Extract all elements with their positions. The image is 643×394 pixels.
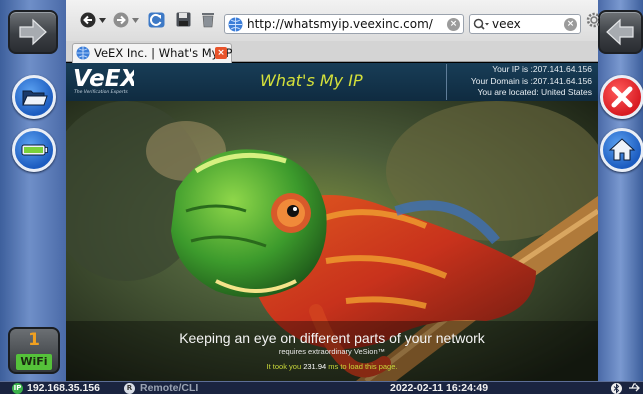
wifi-count: 1: [28, 330, 40, 350]
home-icon: [608, 138, 636, 161]
forward-button[interactable]: [8, 10, 58, 54]
web-page: VeEX The Verification Experts What's My …: [66, 63, 598, 381]
battery-button[interactable]: [12, 128, 56, 172]
save-icon[interactable]: [176, 12, 191, 27]
ip-info: Your IP is :207.141.64.156 Your Domain i…: [446, 64, 596, 100]
close-icon: [611, 86, 633, 108]
wifi-label: WiFi: [16, 354, 52, 370]
browser-toolbar: http://whatsmyip.veexinc.com/ × veex ×: [66, 0, 599, 41]
usb-icon: [629, 383, 640, 392]
dropdown-icon[interactable]: [132, 18, 139, 23]
left-sidebar: 1 WiFi: [0, 0, 66, 381]
logo-tagline: The Verification Experts: [74, 90, 128, 95]
tab-close-icon[interactable]: ×: [215, 47, 227, 59]
page-banner: VeEX The Verification Experts What's My …: [66, 63, 598, 101]
tagline: Keeping an eye on different parts of you…: [179, 330, 485, 346]
home-button[interactable]: [600, 128, 643, 172]
load-time: It took you 231.94 ms to load this page.: [66, 362, 598, 371]
search-input[interactable]: veex ×: [469, 14, 581, 34]
clear-search-icon[interactable]: ×: [564, 18, 577, 31]
arrow-right-icon: [19, 18, 47, 46]
sub-tagline: requires extraordinary VeSion™: [278, 347, 386, 356]
tab-title: VeEX Inc. | What's My IP: [94, 46, 233, 60]
tab-whats-my-ip[interactable]: VeEX Inc. | What's My IP ×: [72, 43, 232, 63]
url-bar[interactable]: http://whatsmyip.veexinc.com/ ×: [224, 14, 464, 34]
search-text: veex: [492, 17, 521, 31]
forward-icon[interactable]: [113, 12, 129, 28]
logo-text: VeEX: [73, 66, 134, 91]
gear-icon[interactable]: [585, 11, 599, 29]
ip-line: Your IP is :207.141.64.156: [492, 64, 592, 74]
domain-line: Your Domain is :207.141.64.156: [470, 75, 592, 86]
url-text: http://whatsmyip.veexinc.com/: [247, 17, 433, 31]
veex-logo: VeEX: [73, 66, 134, 91]
status-ip: 192.168.35.156: [27, 382, 100, 394]
tab-strip: VeEX Inc. | What's My IP ×: [66, 41, 598, 63]
globe-icon: [228, 17, 243, 32]
back-button[interactable]: [598, 10, 643, 54]
arrow-left-icon: [606, 18, 634, 46]
page-title: What's My IP: [260, 71, 363, 90]
dropdown-icon[interactable]: [99, 18, 106, 23]
load-prefix: It took you: [266, 362, 302, 371]
reload-icon[interactable]: [148, 12, 165, 28]
open-folder-button[interactable]: [12, 75, 56, 119]
back-icon[interactable]: [80, 12, 96, 28]
clear-url-icon[interactable]: ×: [447, 18, 460, 31]
search-icon: [473, 18, 489, 30]
bluetooth-icon: [611, 383, 622, 394]
status-datetime: 2022-02-11 16:24:49: [390, 382, 489, 394]
close-button[interactable]: [600, 75, 643, 119]
ip-badge: IP: [12, 383, 23, 394]
folder-icon: [22, 90, 48, 106]
battery-icon: [21, 144, 48, 156]
globe-icon: [76, 46, 90, 60]
wifi-button[interactable]: 1 WiFi: [8, 327, 60, 374]
remote-badge: R: [124, 383, 135, 394]
trash-icon[interactable]: [201, 12, 215, 28]
browser-window: http://whatsmyip.veexinc.com/ × veex × V…: [66, 0, 599, 381]
location-line: You are located: United States: [477, 87, 592, 97]
status-remote: Remote/CLI: [140, 382, 199, 394]
load-suffix: ms to load this page.: [328, 362, 398, 371]
load-ms: 231.94: [303, 362, 327, 371]
status-bar: IP 192.168.35.156 R Remote/CLI 2022-02-1…: [0, 381, 643, 394]
right-sidebar: [598, 0, 643, 381]
